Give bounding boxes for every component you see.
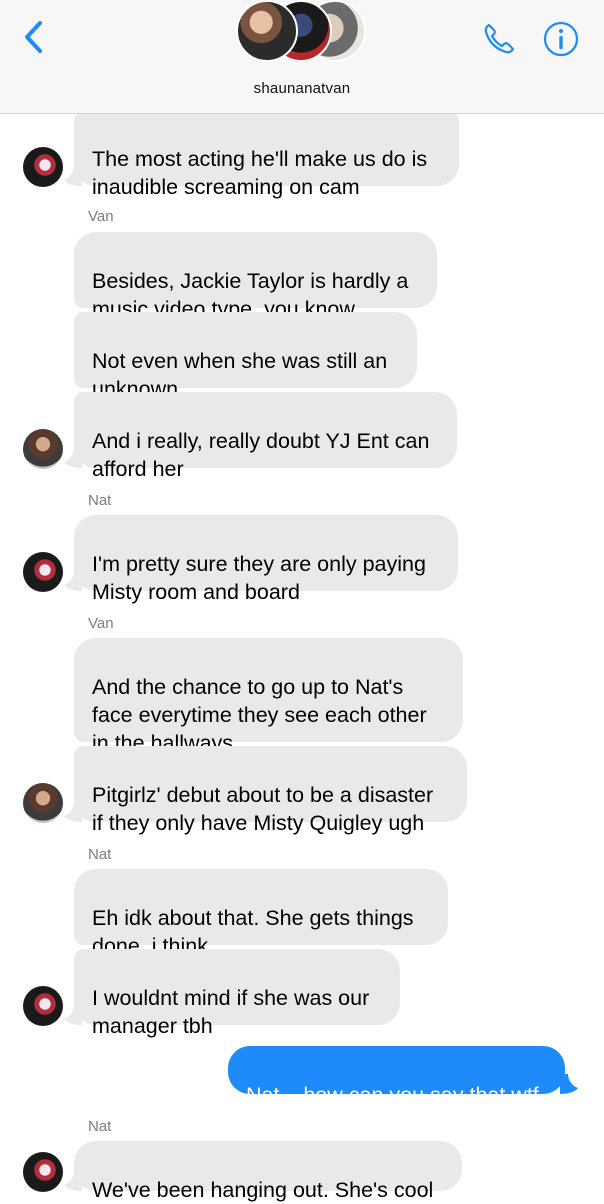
message-text: We've been hanging out. She's cool xyxy=(92,1178,434,1202)
message-text: And the chance to go up to Nat's face ev… xyxy=(92,675,427,755)
bubble-tail xyxy=(560,1074,578,1094)
message-text: The most acting he'll make us do is inau… xyxy=(92,147,428,199)
message-text: And i really, really doubt YJ Ent can af… xyxy=(92,429,430,481)
avatar xyxy=(23,783,63,823)
message-text: I'm pretty sure they are only paying Mis… xyxy=(92,552,426,604)
avatar xyxy=(23,147,63,187)
avatar xyxy=(23,986,63,1026)
bubble-tail xyxy=(64,166,82,186)
sender-name: Nat xyxy=(88,492,112,509)
sender-name: Van xyxy=(88,615,114,632)
avatar xyxy=(236,0,298,62)
conversation-header: shaunanatvan xyxy=(0,0,604,114)
info-button[interactable] xyxy=(542,20,580,58)
group-avatars[interactable] xyxy=(236,0,368,66)
chevron-left-icon xyxy=(25,21,42,53)
message-text: Pitgirlz' debut about to be a disaster i… xyxy=(92,783,434,835)
avatar xyxy=(23,552,63,592)
chat-title[interactable]: shaunanatvan xyxy=(0,80,604,97)
incoming-message-bubble[interactable]: The most acting he'll make us do is inau… xyxy=(74,110,459,199)
incoming-message-bubble[interactable]: I wouldnt mind if she was our manager tb… xyxy=(74,949,400,1038)
message-text: I wouldnt mind if she was our manager tb… xyxy=(92,986,370,1038)
incoming-message-bubble[interactable]: And the chance to go up to Nat's face ev… xyxy=(74,638,463,755)
incoming-message-bubble[interactable]: Pitgirlz' debut about to be a disaster i… xyxy=(74,746,467,835)
incoming-message-bubble[interactable]: We've been hanging out. She's cool xyxy=(74,1141,462,1202)
bubble-tail xyxy=(64,448,82,468)
sender-name: Van xyxy=(88,208,114,225)
back-button[interactable] xyxy=(18,18,52,56)
bubble-tail xyxy=(64,1005,82,1025)
incoming-message-bubble[interactable]: Besides, Jackie Taylor is hardly a music… xyxy=(74,232,437,321)
sender-name: Nat xyxy=(88,1118,112,1135)
incoming-message-bubble[interactable]: And i really, really doubt YJ Ent can af… xyxy=(74,392,457,481)
outgoing-message-bubble[interactable]: Nat... how can you say that wtf xyxy=(228,1046,565,1107)
bubble-tail xyxy=(64,571,82,591)
bubble-tail xyxy=(64,1171,82,1191)
message-text: Nat... how can you say that wtf xyxy=(246,1083,539,1107)
incoming-message-bubble[interactable]: I'm pretty sure they are only paying Mis… xyxy=(74,515,458,604)
phone-icon xyxy=(484,23,515,54)
info-icon xyxy=(543,21,579,57)
incoming-message-bubble[interactable]: Not even when she was still an unknown xyxy=(74,312,417,401)
incoming-message-bubble[interactable]: Eh idk about that. She gets things done,… xyxy=(74,869,448,958)
sender-name: Nat xyxy=(88,846,112,863)
call-button[interactable] xyxy=(480,20,518,58)
avatar xyxy=(23,1152,63,1192)
bubble-tail xyxy=(64,802,82,822)
avatar xyxy=(23,429,63,469)
